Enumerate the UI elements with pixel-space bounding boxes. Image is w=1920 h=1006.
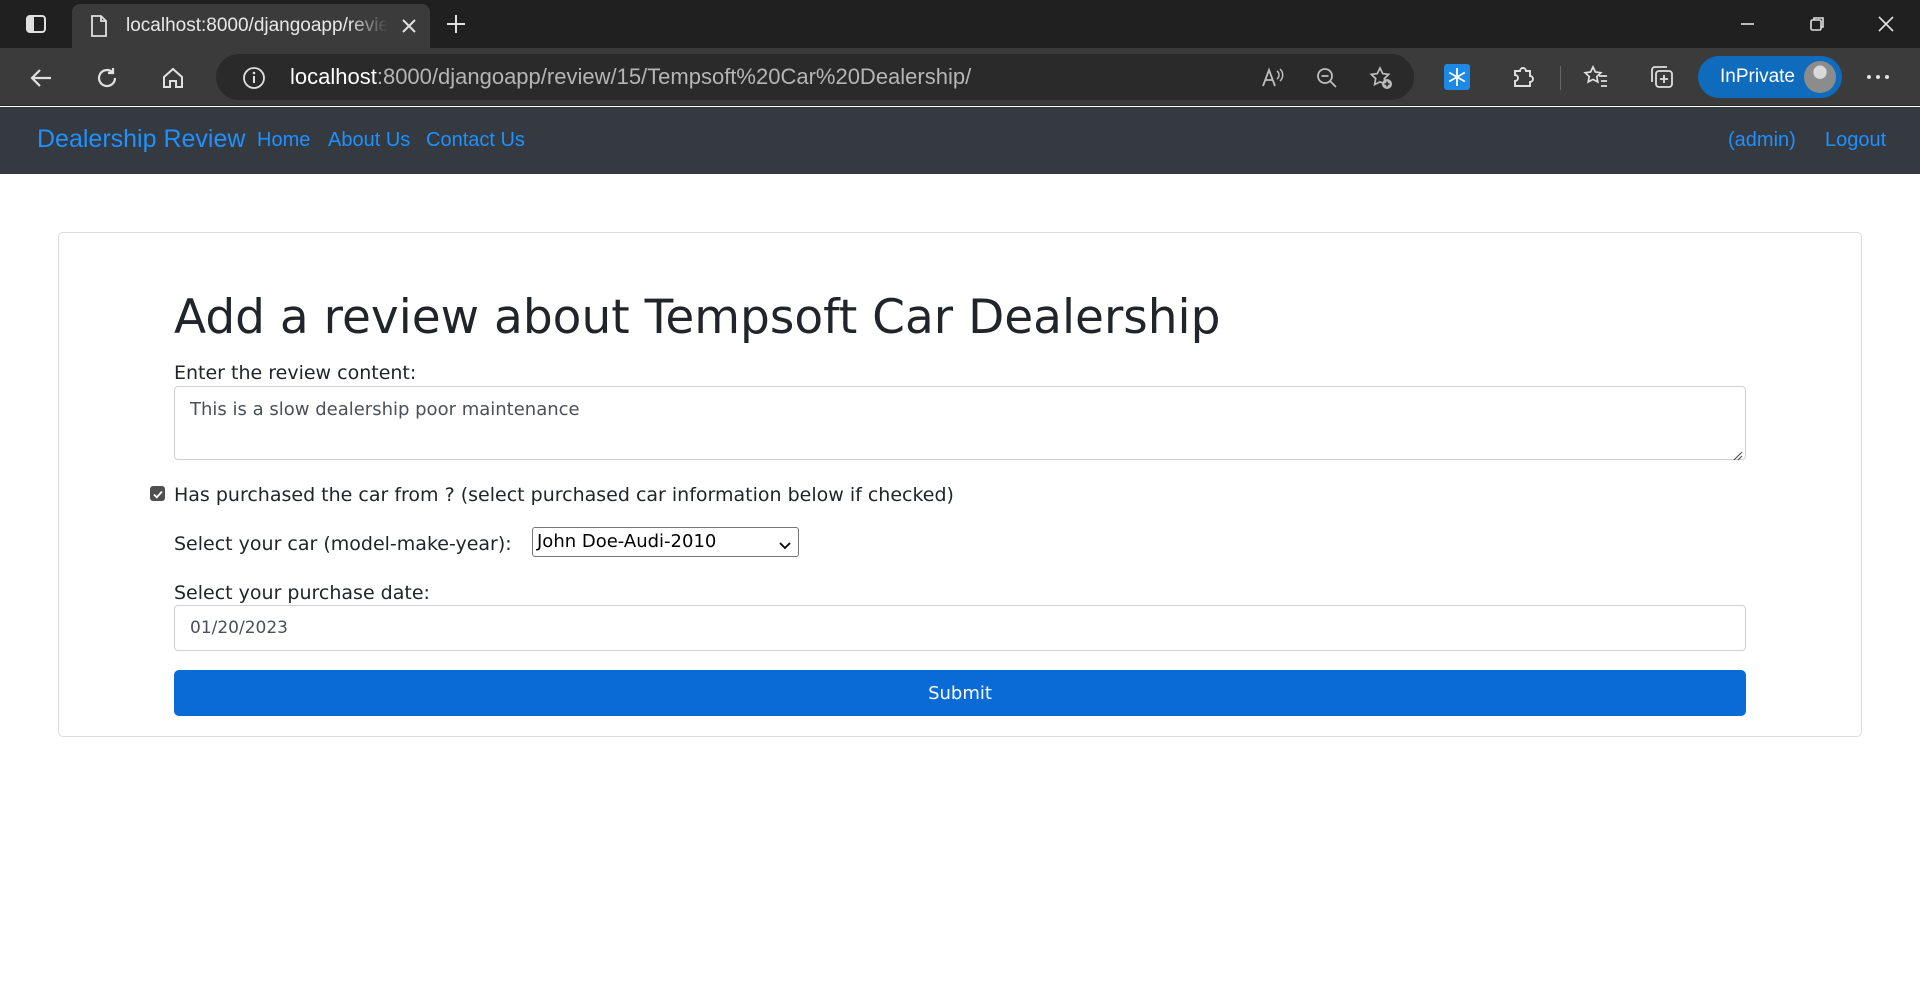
nav-link-home[interactable]: Home bbox=[257, 129, 310, 152]
minimize-icon[interactable] bbox=[1735, 12, 1759, 36]
purchase-checkbox[interactable] bbox=[150, 486, 165, 501]
car-label: Select your car (model-make-year): bbox=[174, 533, 512, 555]
favorites-icon[interactable] bbox=[1582, 63, 1610, 91]
purchase-date-input[interactable]: 01/20/2023 bbox=[174, 605, 1746, 651]
inprivate-label: InPrivate bbox=[1720, 66, 1795, 87]
address-bar[interactable]: localhost:8000/djangoapp/review/15/Temps… bbox=[216, 54, 1414, 100]
avatar bbox=[1804, 61, 1836, 93]
purchase-date-value: 01/20/2023 bbox=[190, 618, 288, 638]
content-label: Enter the review content: bbox=[174, 362, 417, 384]
submit-label: Submit bbox=[928, 682, 992, 704]
review-content-value: This is a slow dealership poor maintenan… bbox=[190, 399, 580, 420]
extension-snowflake-icon[interactable] bbox=[1443, 63, 1471, 91]
chevron-down-icon bbox=[778, 536, 792, 550]
close-icon[interactable] bbox=[400, 17, 418, 35]
browser-tab-bar: localhost:8000/djangoapp/review/15/Temps… bbox=[0, 0, 1920, 48]
car-select[interactable]: John Doe-Audi-2010 bbox=[532, 527, 799, 557]
nav-link-about[interactable]: About Us bbox=[328, 129, 410, 152]
collections-icon[interactable] bbox=[1648, 63, 1676, 91]
restore-icon[interactable] bbox=[1805, 12, 1829, 36]
resize-grip-icon[interactable] bbox=[1731, 445, 1743, 461]
logout-link[interactable]: Logout bbox=[1825, 129, 1886, 152]
review-content-textarea[interactable]: This is a slow dealership poor maintenan… bbox=[174, 386, 1746, 461]
back-icon[interactable] bbox=[28, 65, 54, 91]
url-text[interactable]: localhost:8000/djangoapp/review/15/Temps… bbox=[290, 64, 971, 90]
home-icon[interactable] bbox=[160, 65, 186, 91]
date-label: Select your purchase date: bbox=[174, 582, 430, 604]
info-icon[interactable] bbox=[242, 66, 266, 90]
site-navbar: Dealership Review Home About Us Contact … bbox=[0, 107, 1920, 174]
read-aloud-icon[interactable] bbox=[1260, 65, 1286, 91]
url-host: localhost bbox=[290, 64, 377, 89]
browser-toolbar: localhost:8000/djangoapp/review/15/Temps… bbox=[0, 48, 1920, 106]
add-favorite-icon[interactable] bbox=[1368, 65, 1394, 91]
window-close-icon[interactable] bbox=[1874, 12, 1898, 36]
tab-title: localhost:8000/djangoapp/review/15/Temps… bbox=[126, 15, 388, 36]
tab-actions-icon[interactable] bbox=[14, 10, 58, 38]
car-select-value: John Doe-Audi-2010 bbox=[537, 531, 717, 552]
plus-icon[interactable] bbox=[444, 12, 468, 36]
extensions-icon[interactable] bbox=[1509, 63, 1537, 91]
purchase-label: Has purchased the car from ? (select pur… bbox=[174, 484, 954, 506]
refresh-icon[interactable] bbox=[94, 65, 120, 91]
zoom-out-icon[interactable] bbox=[1314, 65, 1340, 91]
brand-link[interactable]: Dealership Review bbox=[37, 125, 245, 154]
document-icon bbox=[90, 15, 110, 37]
inprivate-button[interactable]: InPrivate bbox=[1698, 56, 1842, 98]
toolbar-separator bbox=[1560, 66, 1561, 90]
nav-link-contact[interactable]: Contact Us bbox=[426, 129, 525, 152]
nav-user-link[interactable]: (admin) bbox=[1728, 129, 1796, 152]
page-title: Add a review about Tempsoft Car Dealersh… bbox=[174, 290, 1221, 345]
more-icon[interactable] bbox=[1864, 63, 1892, 91]
browser-tab[interactable]: localhost:8000/djangoapp/review/15/Temps… bbox=[72, 4, 430, 48]
url-path: :8000/djangoapp/review/15/Tempsoft%20Car… bbox=[376, 64, 972, 89]
submit-button[interactable]: Submit bbox=[174, 670, 1746, 716]
